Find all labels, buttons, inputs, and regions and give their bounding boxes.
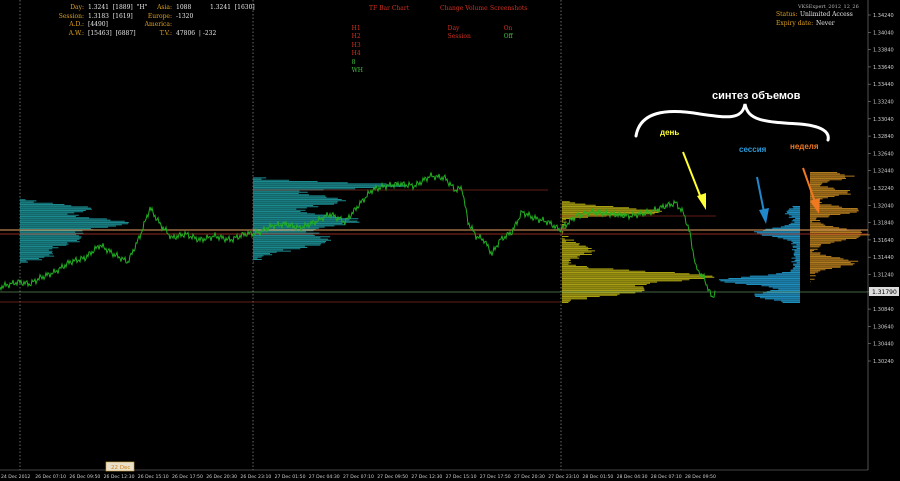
price-tick-label: 1.30840 — [873, 307, 894, 313]
status-value: Unlimited Access — [800, 11, 853, 18]
time-tick-label: 28 Dec 09:50 — [685, 474, 716, 480]
price-tick-label: 1.31440 — [873, 255, 894, 261]
session-annotation: сессия — [739, 145, 767, 154]
price-tick-label: 1.32040 — [873, 203, 894, 209]
price-tick-label: 1.33040 — [873, 117, 894, 123]
trading-chart[interactable]: 1.34240 1.34040 1.33840 1.33640 1.33440 1.332… — [0, 0, 900, 481]
tf-bar-chart-title: TF Bar Chart — [369, 5, 410, 12]
ss-button-off[interactable]: Off — [504, 33, 513, 40]
price-tick-label: 1.32840 — [873, 134, 894, 140]
price-tick-label: 1.31240 — [873, 273, 894, 279]
synthesis-annotation: синтез объемов — [712, 90, 801, 102]
time-tick-label: 27 Dec 07:10 — [343, 474, 374, 480]
price-tick-label: 1.31640 — [873, 238, 894, 244]
price-tick-label: 1.30240 — [873, 359, 894, 365]
time-tick-label: 26 Dec 09:50 — [69, 474, 100, 480]
europe-label: Europe: — [147, 12, 172, 20]
time-tick-label: 26 Dec 17:50 — [172, 474, 203, 480]
ad-value: [4490] — [88, 21, 108, 28]
status-panel: VKSExpert_2012_12_26 Status: Unlimited A… — [776, 3, 866, 54]
day-annotation: день — [660, 128, 680, 137]
ad-label: A.D.: — [69, 21, 84, 28]
asia-label: Asia: — [157, 4, 172, 11]
time-tick-label: 27 Dec 01:50 — [275, 474, 306, 480]
time-tick-label: 26 Dec 23:10 — [240, 474, 271, 480]
price-tick-label: 1.33640 — [873, 65, 894, 71]
session-value: 1.3183 [1619] — [88, 12, 133, 20]
tf-button-h4[interactable]: H4 — [352, 50, 361, 57]
day-value: 1.3241 [1889] "H" — [88, 4, 148, 11]
scroll-marker-label: 22 Dec — [111, 465, 130, 471]
price-tick-label: 1.31840 — [873, 221, 894, 227]
time-tick-label: 27 Dec 17:50 — [480, 474, 511, 480]
screenshots-title: Screenshots — [490, 5, 528, 12]
chart-background — [0, 0, 900, 481]
tf-button-h2[interactable]: H2 — [352, 33, 361, 40]
day-label: Day: — [70, 4, 84, 11]
asia-extra: 1.3241 [1630] — [210, 4, 255, 11]
time-tick-label: 28 Dec 07:10 — [651, 474, 682, 480]
cv-button-session[interactable]: Session — [448, 33, 471, 40]
america-label: America: — [144, 21, 172, 28]
aw-value: [15463] [6887] — [88, 29, 136, 37]
time-tick-label: 24 Dec 2012 — [1, 474, 30, 480]
chart-menu: TF Bar Chart Change Volume Screenshots H… — [340, 5, 540, 74]
time-tick-label: 26 Dec 20:30 — [206, 474, 237, 480]
price-tick-label: 1.34040 — [873, 30, 894, 36]
expiry-label: Expiry date: — [776, 20, 814, 27]
expiry-value: Never — [816, 20, 835, 27]
week-annotation: неделя — [790, 142, 819, 151]
time-tick-label: 27 Dec 12:30 — [411, 474, 442, 480]
aw-label: A.W.: — [68, 29, 84, 37]
tf-button-wh[interactable]: WH — [352, 67, 363, 74]
price-tick-label: 1.34240 — [873, 13, 894, 19]
price-tick-label: 1.33240 — [873, 100, 894, 106]
time-tick-label: 28 Dec 01:50 — [582, 474, 613, 480]
price-tick-label: 1.32240 — [873, 186, 894, 192]
time-tick-label: 27 Dec 09:50 — [377, 474, 408, 480]
tf-button-h3[interactable]: H3 — [352, 42, 361, 49]
change-volume-title: Change Volume — [440, 5, 488, 12]
time-tick-label: 28 Dec 04:30 — [617, 474, 648, 480]
time-tick-label: 26 Dec 07:10 — [35, 474, 66, 480]
session-label: Session: — [58, 12, 84, 20]
status-label: Status: — [776, 11, 798, 18]
cv-button-day[interactable]: Day — [448, 25, 460, 32]
time-axis[interactable]: 24 Dec 2012 26 Dec 07:10 26 Dec 09:50 26 De… — [1, 474, 716, 480]
price-tick-label: 1.32640 — [873, 151, 894, 157]
price-tick-label: 1.30640 — [873, 324, 894, 330]
price-tick-label: 1.33840 — [873, 48, 894, 54]
time-tick-label: 26 Dec 12:30 — [104, 474, 135, 480]
asia-value: 1088 — [176, 4, 192, 11]
price-tick-label: 1.33440 — [873, 82, 894, 88]
tf-button-8[interactable]: 8 — [352, 59, 356, 66]
ss-button-on[interactable]: On — [504, 25, 513, 32]
time-tick-label: 27 Dec 23:10 — [548, 474, 579, 480]
tv-label: T.V.: — [159, 29, 172, 37]
time-tick-label: 27 Dec 04:30 — [309, 474, 340, 480]
time-tick-label: 26 Dec 15:10 — [138, 474, 169, 480]
info-panel: Day: 1.3241 [1889] "H" Session: 1.3183 [… — [44, 4, 255, 157]
tv-value: 47806 | -232 — [176, 29, 217, 37]
tf-button-h1[interactable]: H1 — [352, 25, 361, 32]
current-price-label: 1.31790 — [872, 289, 897, 296]
price-tick-label: 1.30440 — [873, 342, 894, 348]
europe-value: -1320 — [176, 12, 194, 20]
time-tick-label: 27 Dec 15:10 — [446, 474, 477, 480]
time-tick-label: 27 Dec 20:30 — [514, 474, 545, 480]
price-tick-label: 1.32440 — [873, 169, 894, 175]
